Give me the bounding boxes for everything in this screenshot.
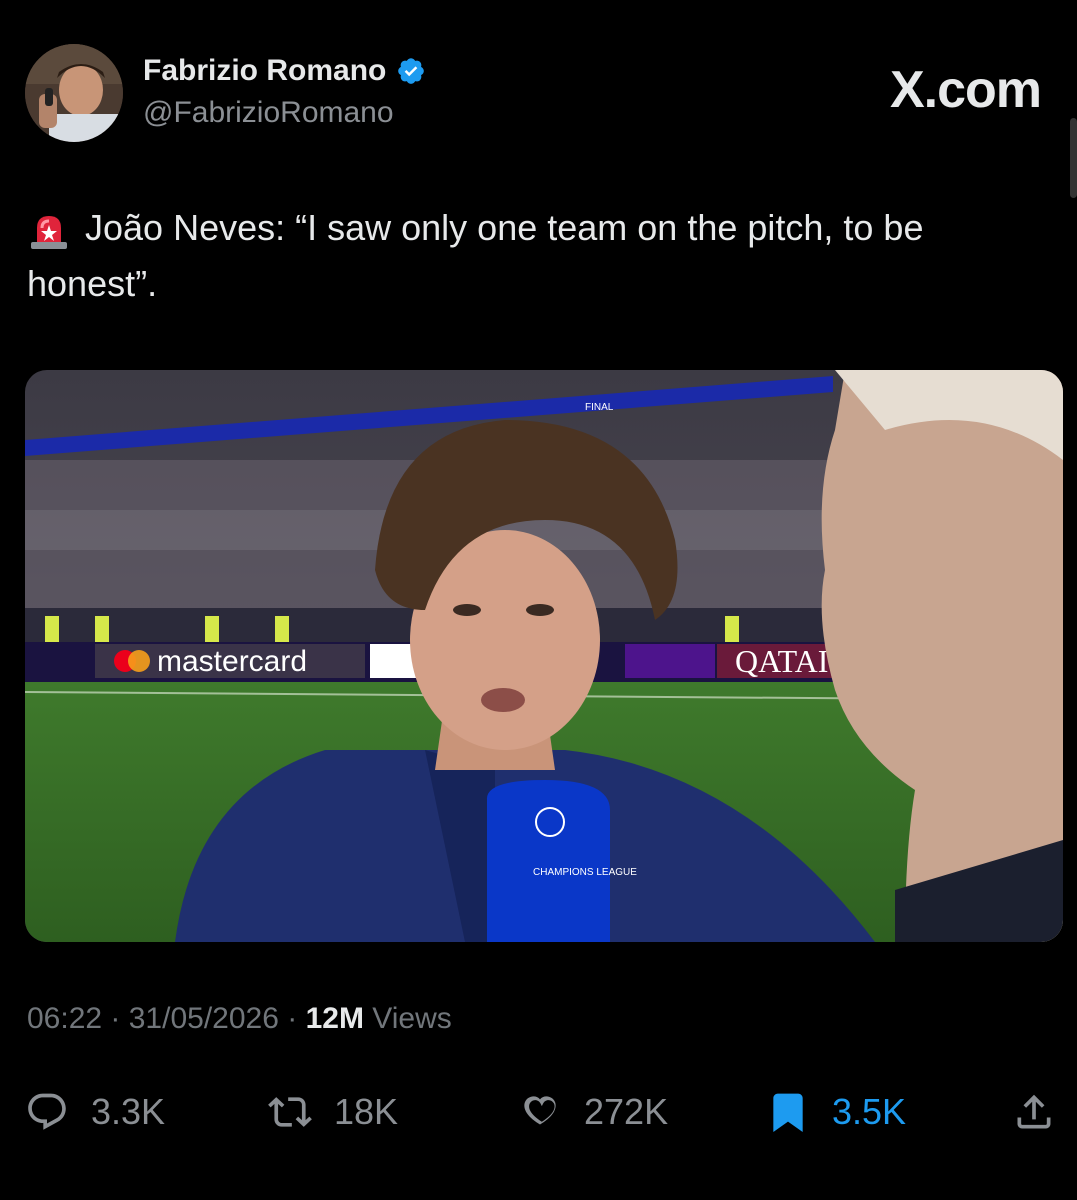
tweet-text: João Neves: “I saw only one team on the … — [27, 207, 924, 304]
interview-photo: FINAL mastercard QATAI CHAMPIONS LEAGUE — [25, 370, 1063, 942]
author-name[interactable]: Fabrizio Romano — [143, 54, 386, 88]
share-icon — [1017, 1094, 1051, 1129]
avatar-image — [25, 44, 123, 142]
tweet-date[interactable]: 31/05/2026 — [129, 1002, 279, 1035]
tweet-time[interactable]: 06:22 — [27, 1002, 102, 1035]
author-avatar[interactable] — [25, 44, 123, 142]
mic-text: CHAMPIONS LEAGUE — [533, 867, 637, 878]
repost-count: 18K — [334, 1091, 399, 1132]
board-final-text: FINAL — [585, 402, 614, 413]
heart-icon — [524, 1096, 556, 1125]
author-name-row: Fabrizio Romano — [143, 54, 426, 88]
meta-separator: · — [110, 1002, 129, 1035]
reply-icon — [28, 1093, 66, 1130]
repost-button[interactable]: 18K — [268, 1082, 398, 1142]
author-handle[interactable]: @FabrizioRomano — [143, 96, 394, 130]
siren-icon — [31, 216, 67, 250]
board-qatar-text: QATAI — [735, 643, 828, 679]
board-mastercard-text: mastercard — [157, 645, 307, 678]
verified-badge-icon — [398, 58, 425, 84]
bookmark-count: 3.5K — [832, 1091, 907, 1132]
tweet-meta: 06:22 · 31/05/2026 · 12M Views — [27, 1002, 452, 1036]
reply-button[interactable]: 3.3K — [25, 1082, 165, 1142]
like-button[interactable]: 272K — [518, 1082, 668, 1142]
action-bar: 3.3K 18K 272K 3.5K — [0, 1082, 1077, 1142]
like-count: 272K — [584, 1091, 669, 1132]
x-brand-logo: X.com — [889, 61, 1042, 119]
bookmark-button[interactable]: 3.5K — [766, 1082, 906, 1142]
views-count: 12M — [305, 1002, 364, 1035]
tweet-text-block: João Neves: “I saw only one team on the … — [27, 200, 1037, 312]
bookmark-filled-icon — [773, 1093, 803, 1133]
meta-separator: · — [287, 1002, 306, 1035]
repost-icon — [268, 1097, 312, 1127]
scrollbar[interactable] — [1070, 118, 1077, 198]
views-label: Views — [372, 1002, 452, 1035]
tweet-media-image[interactable]: FINAL mastercard QATAI CHAMPIONS LEAGUE — [25, 370, 1063, 942]
share-button[interactable] — [1012, 1082, 1056, 1142]
reply-count: 3.3K — [91, 1091, 166, 1132]
